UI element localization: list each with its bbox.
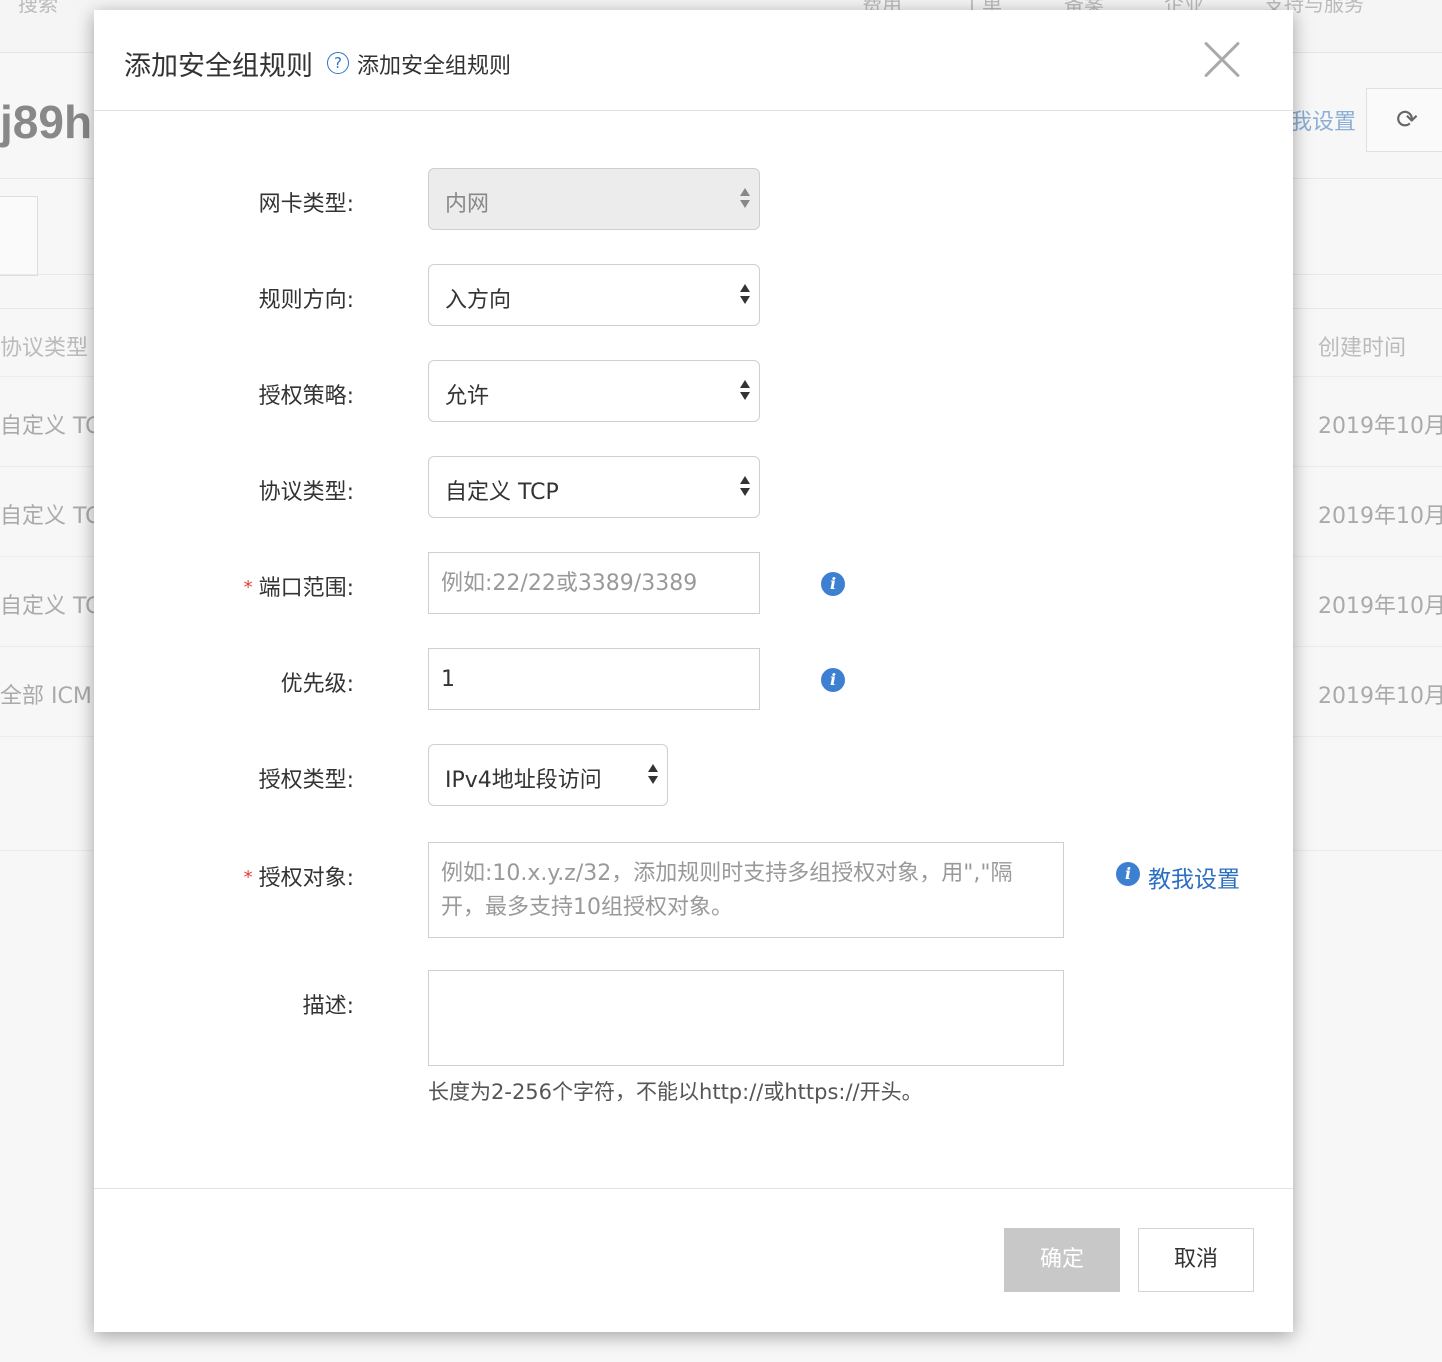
label-auth-object-text: 授权对象:: [258, 866, 354, 891]
label-priority: 优先级:: [280, 672, 354, 697]
nic-type-value: 内网: [445, 192, 490, 217]
required-mark: *: [243, 577, 253, 598]
select-arrows-icon: [739, 283, 751, 307]
label-direction: 规则方向:: [258, 288, 354, 313]
table-cell-created: 2019年10月: [1318, 504, 1442, 529]
close-icon[interactable]: [1202, 40, 1242, 80]
refresh-icon: ⟳: [1396, 105, 1418, 135]
table-cell-protocol: 自定义 TC: [0, 594, 101, 619]
nic-type-select[interactable]: 内网: [428, 168, 760, 230]
required-mark: *: [243, 867, 253, 888]
table-cell-created: 2019年10月: [1318, 594, 1442, 619]
table-cell-protocol: 全部 ICMP: [0, 684, 106, 709]
direction-value: 入方向: [445, 288, 512, 313]
auth-type-value: IPv4地址段访问: [445, 768, 602, 793]
label-protocol: 协议类型:: [258, 480, 354, 505]
dialog-header: 添加安全组规则 ? 添加安全组规则: [94, 10, 1293, 111]
policy-select[interactable]: 允许: [428, 360, 760, 422]
select-arrows-icon: [739, 187, 751, 211]
teach-me-link-bg[interactable]: 我设置: [1290, 104, 1356, 136]
port-range-input[interactable]: [428, 552, 760, 614]
select-arrows-icon: [739, 475, 751, 499]
dialog-title: 添加安全组规则: [124, 51, 313, 82]
label-policy: 授权策略:: [258, 384, 354, 409]
table-cell-protocol: 自定义 TC: [0, 504, 101, 529]
priority-input[interactable]: [428, 648, 760, 710]
select-arrows-icon: [739, 379, 751, 403]
label-port-range-text: 端口范围:: [258, 576, 354, 601]
table-cell-created: 2019年10月: [1318, 414, 1442, 439]
refresh-button[interactable]: ⟳: [1366, 88, 1442, 152]
page-title: j89h: [0, 96, 93, 148]
direction-select[interactable]: 入方向: [428, 264, 760, 326]
auth-type-select[interactable]: IPv4地址段访问: [428, 744, 668, 806]
teach-me-link[interactable]: 教我设置: [1148, 860, 1240, 894]
col-header-protocol: 协议类型: [0, 336, 89, 361]
dialog-help-link[interactable]: 添加安全组规则: [357, 48, 511, 80]
description-hint: 长度为2-256个字符，不能以http://或https://开头。: [428, 1080, 923, 1104]
label-nic-type: 网卡类型:: [258, 192, 354, 217]
description-textarea[interactable]: [428, 970, 1064, 1066]
search-link[interactable]: 搜索: [18, 0, 58, 17]
auth-object-textarea[interactable]: [428, 842, 1064, 938]
tab-box[interactable]: [0, 196, 38, 276]
select-arrows-icon: [647, 763, 659, 787]
table-cell-protocol: 自定义 TC: [0, 414, 101, 439]
cancel-button[interactable]: 取消: [1138, 1228, 1254, 1292]
confirm-button[interactable]: 确定: [1004, 1228, 1120, 1292]
label-description: 描述:: [302, 994, 354, 1019]
footer-divider: [94, 1188, 1293, 1189]
label-auth-object: * 授权对象:: [94, 860, 354, 892]
info-icon: i: [1116, 862, 1140, 886]
label-port-range: * 端口范围:: [94, 570, 354, 602]
label-auth-type: 授权类型:: [258, 768, 354, 793]
info-icon[interactable]: i: [821, 572, 845, 596]
col-header-created: 创建时间: [1318, 336, 1407, 361]
info-icon[interactable]: i: [821, 668, 845, 692]
protocol-value: 自定义 TCP: [445, 480, 559, 505]
add-security-rule-dialog: 添加安全组规则 ? 添加安全组规则 网卡类型: 内网 规则方向: 入方向 授权策…: [94, 10, 1293, 1332]
policy-value: 允许: [445, 384, 490, 409]
help-icon[interactable]: ?: [327, 52, 349, 74]
table-cell-created: 2019年10月: [1318, 684, 1442, 709]
protocol-select[interactable]: 自定义 TCP: [428, 456, 760, 518]
